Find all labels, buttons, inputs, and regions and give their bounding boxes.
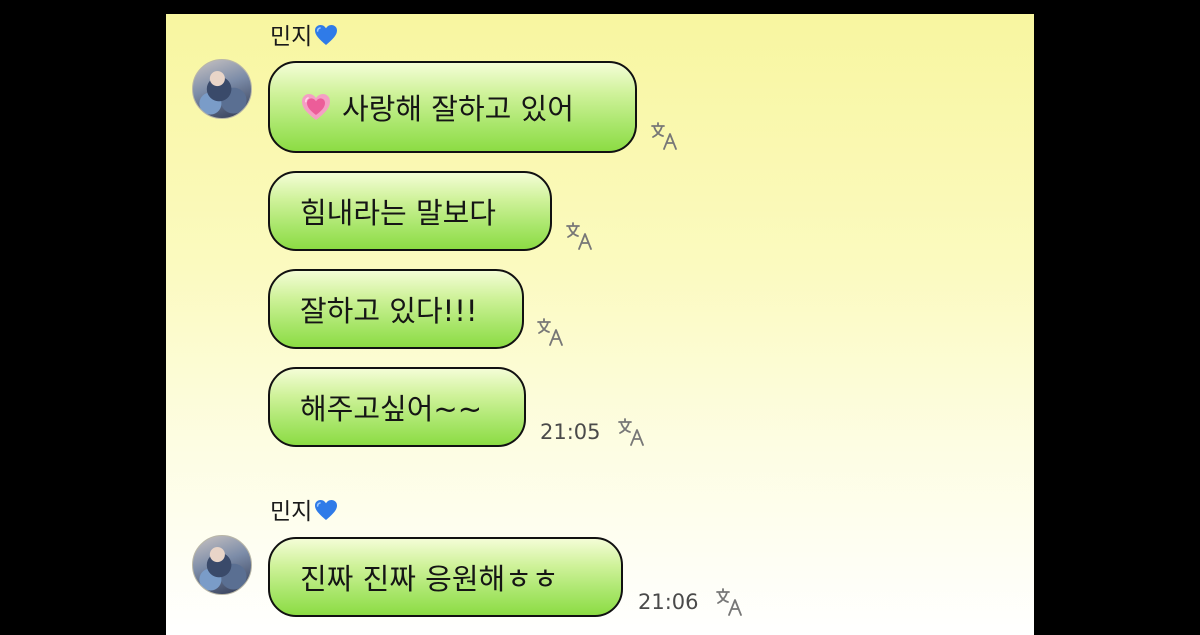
message-text: 해주고싶어~~: [300, 392, 482, 426]
sender-name: 민지: [270, 492, 338, 526]
translate-icon[interactable]: [650, 121, 682, 151]
growing-heart-emoji: [300, 92, 332, 122]
translate-icon[interactable]: [715, 587, 747, 617]
sender-name-text: 민지: [270, 24, 313, 50]
message-timestamp: 21:05: [540, 420, 601, 444]
message-text: 힘내라는 말보다: [300, 196, 496, 230]
sender-name-text: 민지: [270, 499, 313, 525]
avatar[interactable]: [192, 59, 252, 119]
message-bubble[interactable]: 진짜 진짜 응원해ㅎㅎ: [268, 537, 623, 617]
message-bubble[interactable]: 사랑해 잘하고 있어: [268, 61, 637, 153]
message-text: 진짜 진짜 응원해ㅎㅎ: [300, 562, 559, 596]
translate-icon[interactable]: [536, 317, 568, 347]
chat-view: 민지 사랑해 잘하고 있어 힘내라는 말보다 잘하고 있다!!! 해주고싶어~~…: [166, 14, 1034, 635]
message-text: 사랑해 잘하고 있어: [342, 92, 574, 126]
blue-heart-icon: [314, 499, 338, 520]
message-text: 잘하고 있다!!!: [300, 294, 478, 328]
message-bubble[interactable]: 힘내라는 말보다: [268, 171, 552, 251]
translate-icon[interactable]: [565, 221, 597, 251]
avatar[interactable]: [192, 535, 252, 595]
message-bubble[interactable]: 잘하고 있다!!!: [268, 269, 524, 349]
translate-icon[interactable]: [617, 417, 649, 447]
blue-heart-icon: [314, 24, 338, 45]
message-bubble[interactable]: 해주고싶어~~: [268, 367, 526, 447]
message-timestamp: 21:06: [638, 590, 699, 614]
sender-name: 민지: [270, 17, 338, 51]
